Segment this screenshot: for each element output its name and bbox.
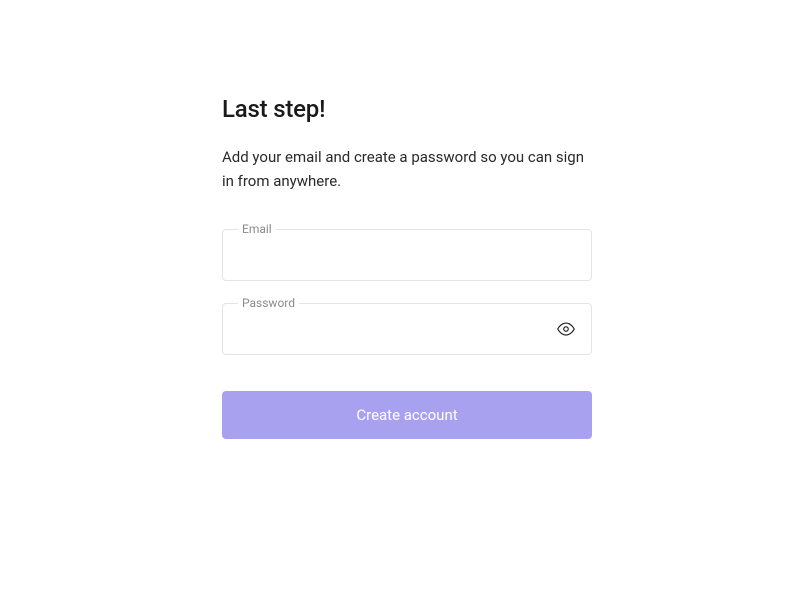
password-label: Password xyxy=(238,296,299,310)
email-label: Email xyxy=(238,222,276,236)
page-title: Last step! xyxy=(222,95,592,123)
email-input[interactable] xyxy=(222,229,592,281)
signup-form-container: Last step! Add your email and create a p… xyxy=(222,0,592,439)
create-account-button[interactable]: Create account xyxy=(222,391,592,439)
password-input[interactable] xyxy=(222,303,592,355)
page-subtitle: Add your email and create a password so … xyxy=(222,145,592,193)
eye-icon xyxy=(557,320,575,338)
password-field-group: Password xyxy=(222,303,592,355)
email-field-group: Email xyxy=(222,229,592,281)
toggle-password-visibility-button[interactable] xyxy=(556,319,576,339)
